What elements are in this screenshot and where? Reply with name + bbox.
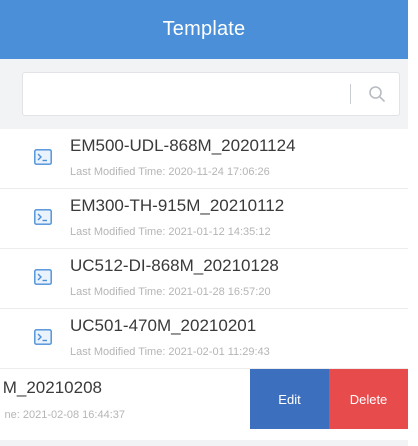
template-modified-time: Last Modified Time: 2021-02-01 11:29:43 bbox=[70, 346, 270, 358]
swiped-row-content[interactable]: M_20210208 ne: 2021-02-08 16:44:37 bbox=[0, 369, 250, 429]
template-row-swiped[interactable]: M_20210208 ne: 2021-02-08 16:44:37 Edit … bbox=[0, 369, 418, 429]
template-modified-time: Last Modified Time: 2021-01-28 16:57:20 bbox=[70, 286, 271, 298]
template-file-icon bbox=[34, 149, 52, 165]
list-footer-divider bbox=[0, 440, 408, 446]
template-modified-time: Last Modified Time: 2020-11-24 17:06:26 bbox=[70, 166, 270, 178]
template-screen: Template EM500-UDL-868M_20201124 Last Mo… bbox=[0, 0, 418, 446]
search-box bbox=[22, 72, 400, 116]
template-row[interactable]: UC501-470M_20210201 Last Modified Time: … bbox=[0, 309, 408, 369]
template-file-icon bbox=[34, 329, 52, 345]
search-button[interactable] bbox=[363, 80, 391, 108]
template-file-icon bbox=[34, 269, 52, 285]
search-divider bbox=[350, 84, 351, 104]
template-row[interactable]: UC512-DI-868M_20210128 Last Modified Tim… bbox=[0, 249, 408, 309]
edit-button[interactable]: Edit bbox=[250, 369, 329, 429]
template-name: EM300-TH-915M_20210112 bbox=[70, 196, 285, 215]
template-name: M_20210208 bbox=[2, 378, 102, 397]
template-row[interactable]: EM500-UDL-868M_20201124 Last Modified Ti… bbox=[0, 129, 408, 189]
template-file-icon bbox=[34, 209, 52, 225]
search-icon bbox=[369, 86, 385, 102]
template-name: UC512-DI-868M_20210128 bbox=[70, 256, 279, 275]
search-input[interactable] bbox=[31, 73, 341, 115]
template-name: EM500-UDL-868M_20201124 bbox=[70, 136, 296, 155]
template-row[interactable]: EM300-TH-915M_20210112 Last Modified Tim… bbox=[0, 189, 408, 249]
delete-button[interactable]: Delete bbox=[329, 369, 408, 429]
header-bar: Template bbox=[0, 0, 408, 59]
search-area bbox=[0, 59, 408, 129]
page-title: Template bbox=[162, 18, 246, 40]
template-name: UC501-470M_20210201 bbox=[70, 316, 257, 335]
template-modified-time: ne: 2021-02-08 16:44:37 bbox=[4, 409, 126, 421]
template-modified-time: Last Modified Time: 2021-01-12 14:35:12 bbox=[70, 226, 271, 238]
